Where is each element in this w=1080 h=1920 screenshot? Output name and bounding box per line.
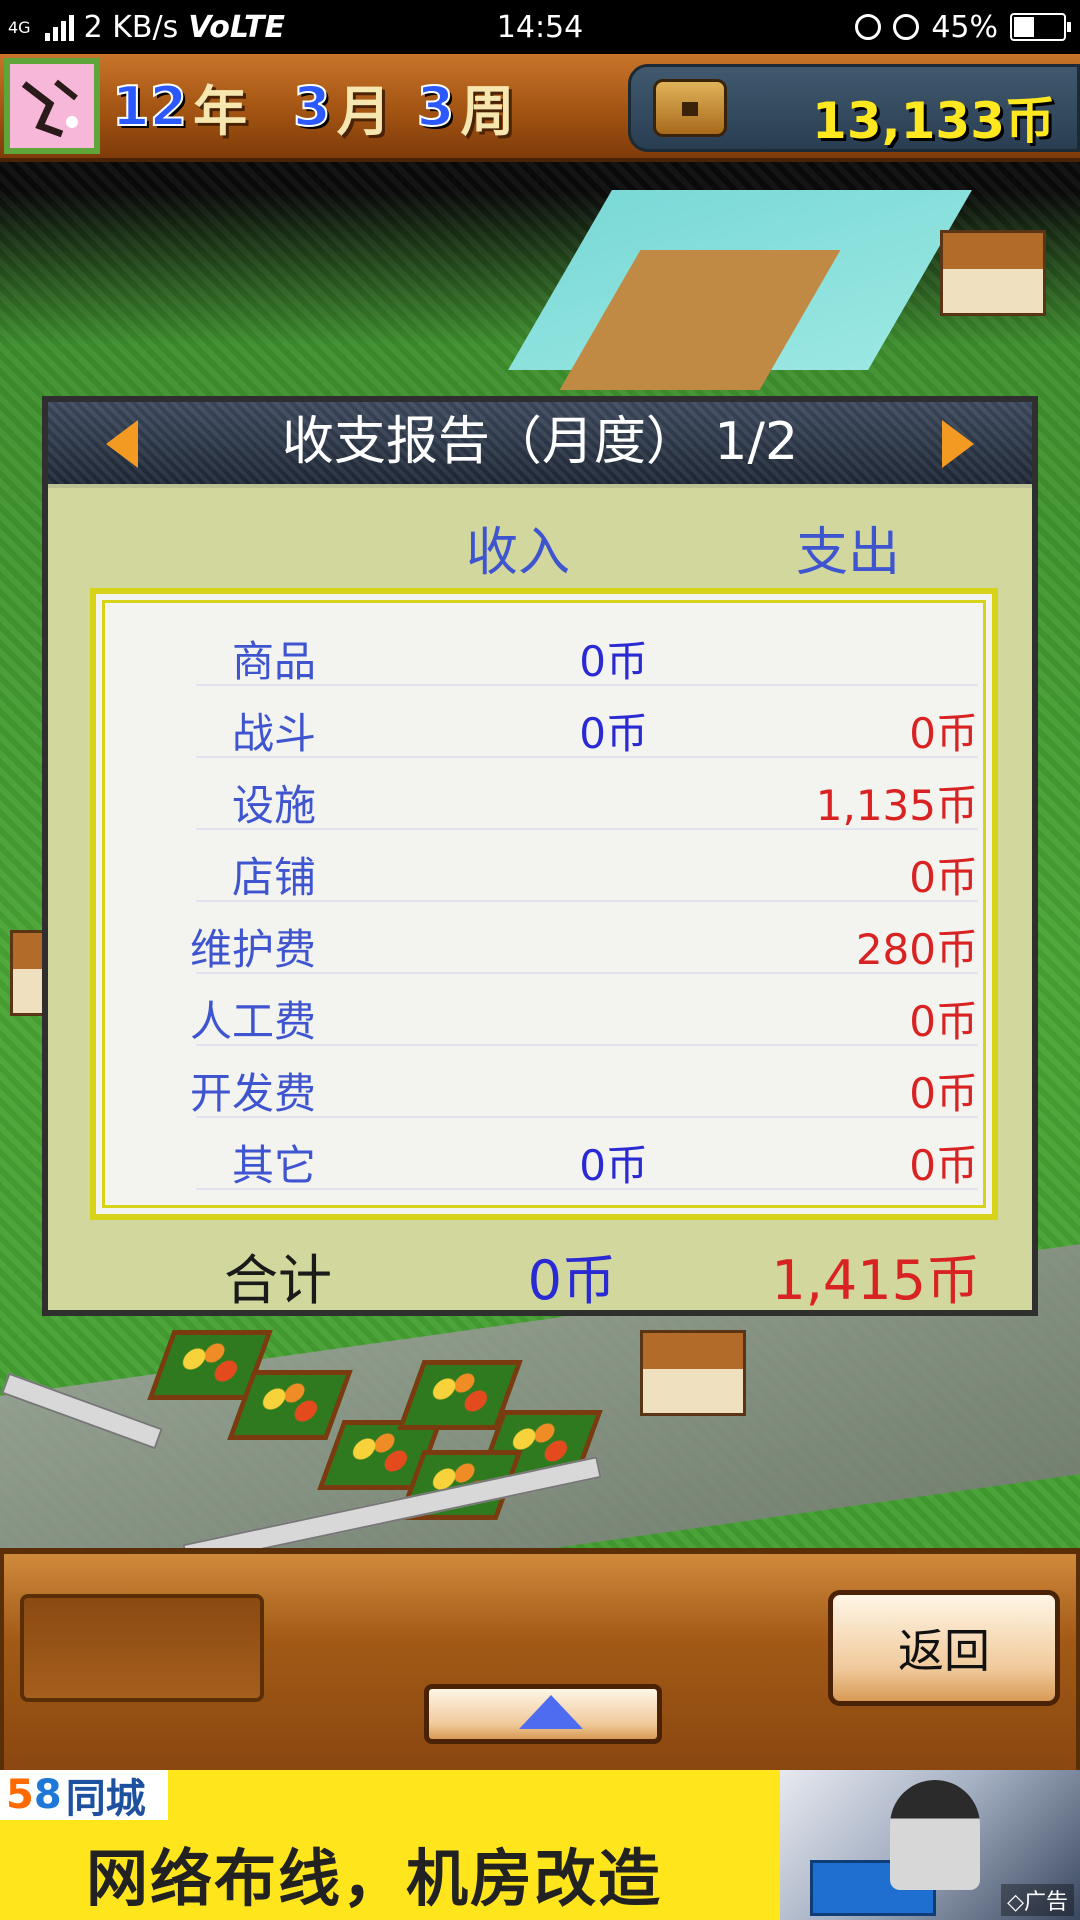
table-row: 其它 0币 0币: [96, 1118, 992, 1190]
arrow-right-icon[interactable]: [942, 420, 974, 468]
empty-slot: [20, 1594, 264, 1702]
report-table: 商品 0币 战斗 0币 0币 设施 1,135币 店铺 0币 维护费 280币 …: [90, 588, 998, 1220]
row-income: 0币: [579, 1141, 648, 1190]
game-top-bar: 12 年 3 月 3 周 13,133币: [0, 54, 1080, 162]
building: [940, 230, 1046, 316]
row-label: 店铺: [231, 853, 316, 902]
ad-tag: ◇广告: [1001, 1884, 1074, 1916]
battery-icon: [1010, 13, 1071, 41]
dialog-title: 收支报告（月度） 1/2: [281, 412, 799, 472]
table-row: 店铺 0币: [96, 830, 992, 902]
triangle-up-icon: [519, 1695, 583, 1729]
row-label: 战斗: [231, 709, 316, 758]
ad-photo: ◇广告: [780, 1770, 1080, 1920]
network-label: 4G: [8, 17, 31, 37]
treasure-chest-icon: [653, 79, 727, 137]
alarm-icon: [893, 14, 920, 40]
total-expense: 1,415币: [771, 1249, 980, 1312]
back-button[interactable]: 返回: [828, 1590, 1060, 1706]
ad-logo: 5 8 同城: [0, 1770, 168, 1822]
row-label: 设施: [231, 781, 316, 830]
building: [640, 1330, 746, 1416]
row-expense: 0币: [909, 1141, 978, 1190]
ad-headline: 网络布线，机房改造: [86, 1842, 663, 1915]
row-expense: 1,135币: [815, 781, 978, 830]
dialog-header: 收支报告（月度） 1/2: [48, 402, 1032, 488]
income-expense-report-dialog: 收支报告（月度） 1/2 收入 支出 商品 0币 战斗 0币 0币 设施 1,1…: [42, 396, 1038, 1316]
battery-level-fill: [1014, 17, 1034, 37]
table-row: 战斗 0币 0币: [96, 686, 992, 758]
bottom-control-panel: 返回: [0, 1548, 1080, 1770]
row-label: 人工费: [189, 997, 316, 1046]
volte-label: VoLTE: [188, 9, 285, 45]
total-row: 合计 0币 1,415币: [48, 1236, 1032, 1312]
week-number: 3: [416, 74, 456, 139]
table-row: 商品 0币: [96, 614, 992, 686]
row-label: 开发费: [189, 1069, 316, 1118]
row-expense: 0币: [909, 1069, 978, 1118]
total-income: 0币: [527, 1249, 616, 1312]
income-column-header: 收入: [466, 523, 571, 583]
table-row: 开发费 0币: [96, 1046, 992, 1118]
row-expense: 0币: [909, 997, 978, 1046]
row-income: 0币: [579, 709, 648, 758]
table-row: 设施 1,135币: [96, 758, 992, 830]
character-portrait-icon[interactable]: [4, 58, 100, 154]
status-bar: 4G 2 KB/s VoLTE 14:54 45%: [0, 0, 1080, 54]
table-row: 人工费 0币: [96, 974, 992, 1046]
rotation-lock-icon: [855, 14, 882, 40]
row-label: 其它: [231, 1141, 316, 1190]
scroll-up-button[interactable]: [424, 1684, 662, 1744]
ad-logo-brand: 同城: [65, 1776, 146, 1822]
ad-logo-digit-8: 8: [33, 1772, 62, 1818]
row-expense: 0币: [909, 709, 978, 758]
money-amount: 13,133币: [812, 92, 1055, 150]
row-label: 维护费: [189, 925, 316, 974]
ad-logo-digit-5: 5: [6, 1772, 34, 1818]
treasury-display: 13,133币: [628, 64, 1080, 152]
expense-column-header: 支出: [796, 523, 901, 583]
signal-icon: [44, 13, 74, 41]
row-income: 0币: [579, 637, 648, 686]
ad-banner[interactable]: 5 8 同城 网络布线，机房改造 ◇广告: [0, 1770, 1080, 1920]
table-row: 维护费 280币: [96, 902, 992, 974]
network-speed: 2 KB/s: [83, 9, 179, 45]
battery-percent: 45%: [931, 9, 998, 45]
week-unit: 周: [460, 79, 515, 143]
month-number: 3: [292, 74, 332, 139]
game-date: 12 年 3 月 3 周: [111, 68, 515, 144]
year-number: 12: [111, 74, 188, 139]
row-expense: 280币: [855, 925, 978, 974]
row-expense: 0币: [909, 853, 978, 902]
year-unit: 年: [193, 79, 248, 143]
clock: 14:54: [496, 9, 584, 45]
row-label: 商品: [231, 637, 316, 686]
total-label: 合计: [224, 1249, 332, 1312]
technician: [890, 1780, 980, 1890]
month-unit: 月: [336, 79, 391, 143]
